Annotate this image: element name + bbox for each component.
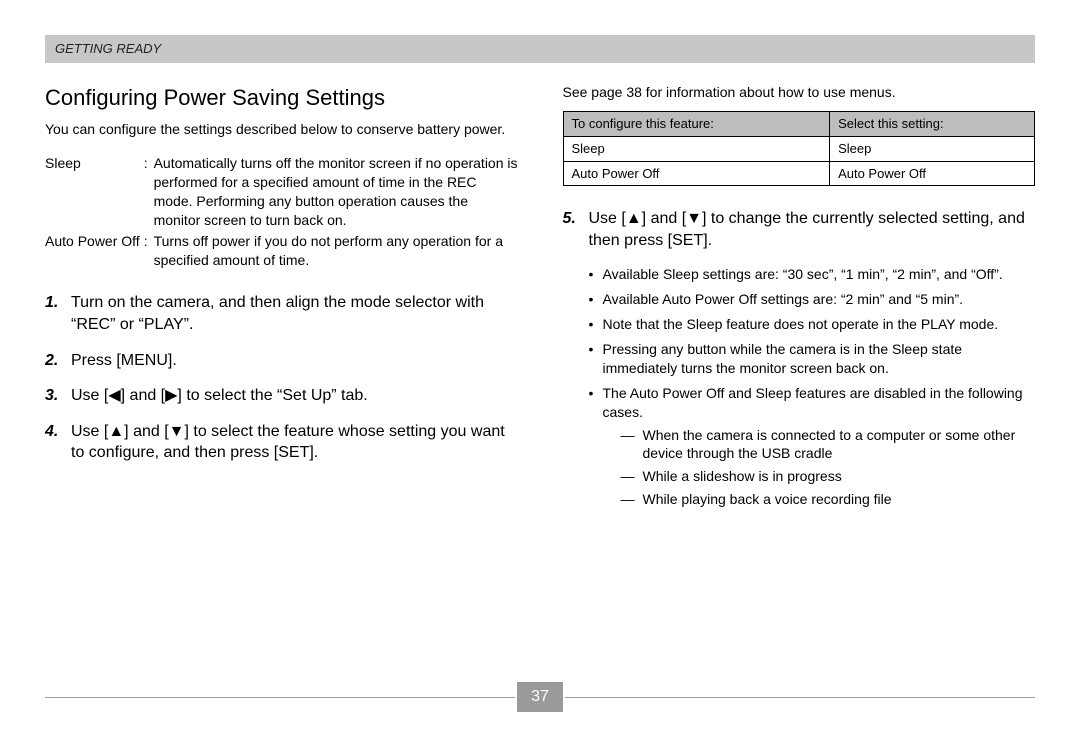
table-header: Select this setting: [830,112,1035,137]
page-number: 37 [517,682,563,712]
list-item: Use [▲] and [▼] to change the currently … [563,208,1036,251]
list-item: Note that the Sleep feature does not ope… [589,315,1036,334]
table-cell: Auto Power Off [563,161,830,186]
list-item: While a slideshow is in progress [621,467,1036,486]
def-term: Auto Power Off [45,231,144,271]
table-row: Auto Power Off Auto Power Off [563,161,1035,186]
footer-rule-left [45,697,515,698]
left-column: Configuring Power Saving Settings You ca… [45,83,518,516]
def-desc: Automatically turns off the monitor scre… [152,153,518,231]
steps-list-left: Turn on the camera, and then align the m… [45,292,518,464]
steps-list-right: Use [▲] and [▼] to change the currently … [563,208,1036,251]
right-column: See page 38 for information about how to… [563,83,1036,516]
table-row: Sleep Sleep [563,136,1035,161]
definitions-table: Sleep : Automatically turns off the moni… [45,153,518,270]
def-sep: : [144,231,152,271]
content-columns: Configuring Power Saving Settings You ca… [45,83,1035,516]
breadcrumb: GETTING READY [55,41,161,56]
step-text: Turn on the camera, and then align the m… [71,294,484,333]
page-number-wrap: 37 [45,682,1035,712]
list-item: While playing back a voice recording fil… [621,490,1036,509]
step-text: Use [▲] and [▼] to change the currently … [589,210,1025,249]
list-item: When the camera is connected to a comput… [621,426,1036,464]
def-desc: Turns off power if you do not perform an… [152,231,518,271]
table-cell: Sleep [563,136,830,161]
list-item: Pressing any button while the camera is … [589,340,1036,378]
table-row: Sleep : Automatically turns off the moni… [45,153,518,231]
table-cell: Auto Power Off [830,161,1035,186]
bullet-text: Available Sleep settings are: “30 sec”, … [603,266,1003,282]
dash-text: While playing back a voice recording fil… [643,491,892,507]
table-row: Auto Power Off : Turns off power if you … [45,231,518,271]
bullet-text: Pressing any button while the camera is … [603,341,963,376]
dash-text: When the camera is connected to a comput… [643,427,1016,462]
def-sep: : [144,153,152,231]
settings-table: To configure this feature: Select this s… [563,111,1036,186]
list-item: Available Auto Power Off settings are: “… [589,290,1036,309]
bullet-list: Available Sleep settings are: “30 sec”, … [563,265,1036,509]
step-text: Press [MENU]. [71,352,177,369]
list-item: Use [◀] and [▶] to select the “Set Up” t… [45,385,518,407]
footer-rule-right [565,697,1035,698]
list-item: Available Sleep settings are: “30 sec”, … [589,265,1036,284]
section-title: Configuring Power Saving Settings [45,83,518,113]
list-item: Use [▲] and [▼] to select the feature wh… [45,421,518,464]
list-item: Press [MENU]. [45,350,518,372]
step-text: Use [▲] and [▼] to select the feature wh… [71,423,505,462]
header-band: GETTING READY [45,35,1035,63]
table-header: To configure this feature: [563,112,830,137]
page-footer: 37 [45,682,1035,712]
def-term: Sleep [45,153,144,231]
intro-text: You can configure the settings described… [45,120,518,139]
list-item: Turn on the camera, and then align the m… [45,292,518,335]
cross-reference: See page 38 for information about how to… [563,83,1036,102]
table-cell: Sleep [830,136,1035,161]
bullet-text: Note that the Sleep feature does not ope… [603,316,999,332]
step-text: Use [◀] and [▶] to select the “Set Up” t… [71,387,368,404]
bullet-text: Available Auto Power Off settings are: “… [603,291,964,307]
bullet-text: The Auto Power Off and Sleep features ar… [603,385,1023,420]
dash-list: When the camera is connected to a comput… [603,426,1036,510]
table-header-row: To configure this feature: Select this s… [563,112,1035,137]
dash-text: While a slideshow is in progress [643,468,842,484]
list-item: The Auto Power Off and Sleep features ar… [589,384,1036,509]
